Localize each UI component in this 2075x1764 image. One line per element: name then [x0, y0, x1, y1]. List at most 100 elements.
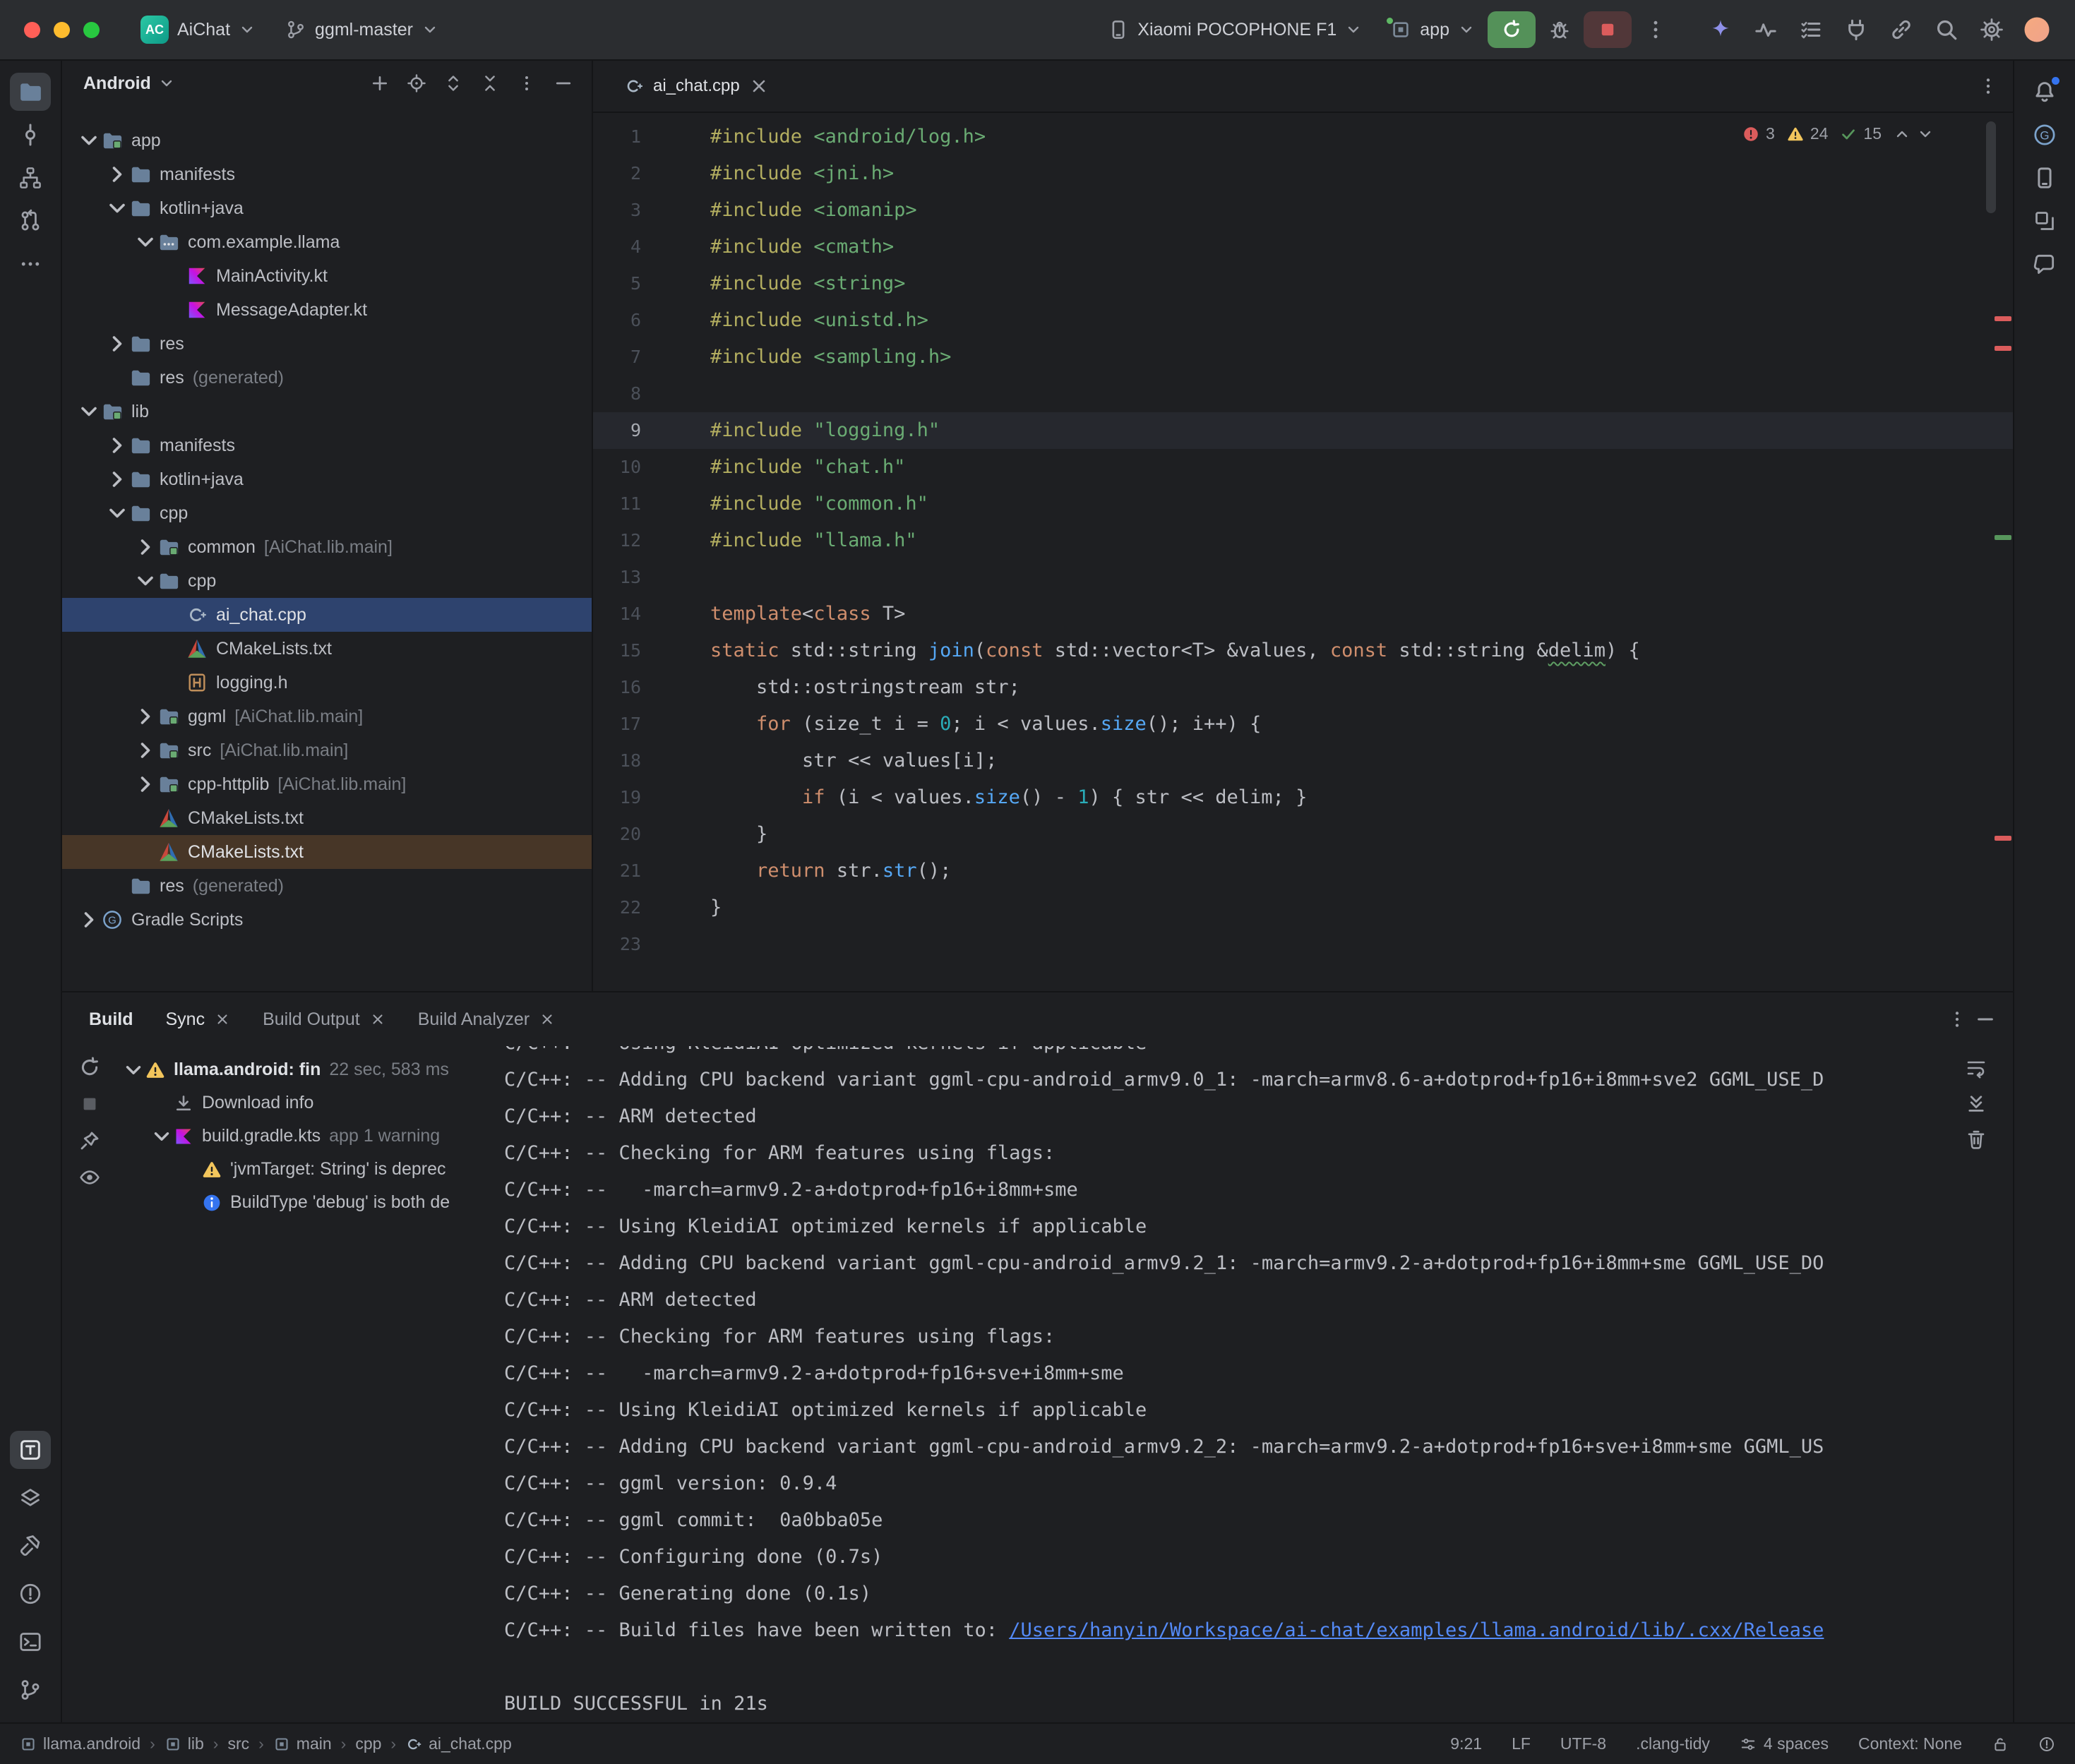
- debug-button[interactable]: [1540, 11, 1579, 48]
- code-line-17[interactable]: 17 for (size_t i = 0; i < values.size();…: [593, 706, 2013, 743]
- write-access[interactable]: [1992, 1736, 2009, 1753]
- build-tab-build-output[interactable]: Build Output: [263, 1009, 385, 1030]
- code-line-21[interactable]: 21 return str.str();: [593, 853, 2013, 889]
- build-tool-button[interactable]: [10, 1527, 51, 1565]
- breadcrumb-item-ai-chat-cpp[interactable]: ai_chat.cpp: [405, 1734, 512, 1753]
- clear-all-button[interactable]: [1965, 1127, 1987, 1151]
- build-panel-title[interactable]: Build: [89, 1009, 133, 1030]
- window-zoom-button[interactable]: [83, 22, 100, 38]
- chevron-right-icon[interactable]: [133, 767, 158, 801]
- window-minimize-button[interactable]: [54, 22, 70, 38]
- editor-tab[interactable]: ai_chat.cpp: [609, 61, 784, 112]
- previous-problem-button[interactable]: [1894, 126, 1910, 143]
- code-line-20[interactable]: 20 }: [593, 816, 2013, 853]
- project-row-app[interactable]: app: [62, 124, 592, 157]
- project-row-cmakelists-txt[interactable]: CMakeLists.txt: [62, 632, 592, 666]
- problems-tool-button[interactable]: [10, 1575, 51, 1613]
- chevron-right-icon[interactable]: [133, 530, 158, 564]
- code-line-8[interactable]: 8: [593, 376, 2013, 412]
- scroll-to-end-button[interactable]: [1965, 1092, 1987, 1115]
- build-row-build-gradle-kts[interactable]: build.gradle.ktsapp 1 warning: [114, 1120, 498, 1153]
- indent-style[interactable]: 4 spaces: [1740, 1734, 1829, 1753]
- code-line-2[interactable]: 2#include <jni.h>: [593, 155, 2013, 192]
- gemini-button[interactable]: [1701, 11, 1740, 48]
- project-row-src[interactable]: src[AiChat.lib.main]: [62, 733, 592, 767]
- breadcrumb-item-llama-android[interactable]: llama.android: [20, 1734, 140, 1753]
- chevron-right-icon[interactable]: [76, 903, 102, 937]
- version-control-tool-button[interactable]: [10, 1671, 51, 1709]
- build-tab-sync[interactable]: Sync: [166, 1009, 231, 1030]
- file-encoding[interactable]: UTF-8: [1560, 1734, 1606, 1753]
- line-separator[interactable]: LF: [1512, 1734, 1531, 1753]
- project-row-messageadapter-kt[interactable]: MessageAdapter.kt: [62, 293, 592, 327]
- build-console[interactable]: C/C++: -- Using KleidiAI optimized kerne…: [498, 1046, 2013, 1722]
- window-close-button[interactable]: [24, 22, 40, 38]
- code-line-18[interactable]: 18 str << values[i];: [593, 743, 2013, 779]
- options-button[interactable]: [511, 68, 542, 99]
- stripe-mark-green[interactable]: [1995, 535, 2011, 540]
- caret-position[interactable]: 9:21: [1450, 1734, 1482, 1753]
- breadcrumb-item-main[interactable]: main: [273, 1734, 332, 1753]
- error-stripe-mark[interactable]: [1995, 346, 2011, 351]
- link-button[interactable]: [1882, 11, 1921, 48]
- build-options-icon[interactable]: [1947, 1009, 1968, 1030]
- chevron-down-icon[interactable]: [133, 564, 158, 598]
- project-row-com-example-llama[interactable]: com.example.llama: [62, 225, 592, 259]
- inspections-widget[interactable]: 3 24 15: [1742, 124, 1934, 143]
- project-row-cpp-httplib[interactable]: cpp-httplib[AiChat.lib.main]: [62, 767, 592, 801]
- pin-tab-button[interactable]: [78, 1129, 101, 1152]
- chevron-down-icon[interactable]: [76, 124, 102, 157]
- close-tab-icon[interactable]: [749, 76, 769, 96]
- editor-scrollbar[interactable]: [1986, 121, 1996, 213]
- notifications-status[interactable]: [2038, 1736, 2055, 1753]
- hide-build-panel-icon[interactable]: [1975, 1009, 1996, 1030]
- hide-panel-button[interactable]: [548, 68, 579, 99]
- search-everywhere-button[interactable]: [1927, 11, 1966, 48]
- project-row-gradle-scripts[interactable]: GGradle Scripts: [62, 903, 592, 937]
- project-row-ai-chat-cpp[interactable]: ai_chat.cpp: [62, 598, 592, 632]
- clang-tidy[interactable]: .clang-tidy: [1636, 1734, 1710, 1753]
- chevron-down-icon[interactable]: [133, 225, 158, 259]
- project-row-ggml[interactable]: ggml[AiChat.lib.main]: [62, 700, 592, 733]
- chevron-down-icon[interactable]: [121, 1058, 145, 1082]
- code-line-19[interactable]: 19 if (i < values.size() - 1) { str << d…: [593, 779, 2013, 816]
- show-execution-button[interactable]: [78, 1166, 101, 1189]
- settings-button[interactable]: [1972, 11, 2011, 48]
- code-line-9[interactable]: 9#include "logging.h": [593, 412, 2013, 449]
- collapse-all-button[interactable]: [474, 68, 506, 99]
- breadcrumb-item-src[interactable]: src: [227, 1734, 249, 1753]
- project-row-res[interactable]: res: [62, 327, 592, 361]
- code-line-4[interactable]: 4#include <cmath>: [593, 229, 2013, 265]
- project-tool-button[interactable]: [10, 73, 51, 111]
- running-devices-tool-button[interactable]: [10, 1431, 51, 1469]
- project-view-mode[interactable]: Android: [83, 73, 151, 94]
- code-line-6[interactable]: 6#include <unistd.h>: [593, 302, 2013, 339]
- error-stripe-mark[interactable]: [1995, 836, 2011, 841]
- chevron-right-icon[interactable]: [104, 428, 130, 462]
- app-quality-insights-tool-button[interactable]: [2024, 245, 2065, 283]
- project-row-mainactivity-kt[interactable]: MainActivity.kt: [62, 259, 592, 293]
- stop-sync-button[interactable]: [78, 1093, 101, 1115]
- code-line-3[interactable]: 3#include <iomanip>: [593, 192, 2013, 229]
- project-row-cpp[interactable]: cpp: [62, 564, 592, 598]
- soft-wrap-button[interactable]: [1965, 1056, 1987, 1079]
- project-row-logging-h[interactable]: logging.h: [62, 666, 592, 700]
- profiler-button[interactable]: [1746, 11, 1786, 48]
- project-row-manifests[interactable]: manifests: [62, 428, 592, 462]
- device-manager-tool-button[interactable]: [2024, 159, 2065, 197]
- project-row-kotlin-java[interactable]: kotlin+java: [62, 462, 592, 496]
- project-row-cpp[interactable]: cpp: [62, 496, 592, 530]
- chevron-right-icon[interactable]: [104, 462, 130, 496]
- device-streaming-button[interactable]: [1836, 11, 1876, 48]
- locate-file-button[interactable]: [401, 68, 432, 99]
- code-line-13[interactable]: 13: [593, 559, 2013, 596]
- next-problem-button[interactable]: [1917, 126, 1934, 143]
- error-stripe-mark[interactable]: [1995, 316, 2011, 321]
- layout-inspector-tool-button[interactable]: [2024, 202, 2065, 240]
- code-line-12[interactable]: 12#include "llama.h": [593, 522, 2013, 559]
- chevron-down-icon[interactable]: [104, 496, 130, 530]
- chevron-down-icon[interactable]: [158, 75, 175, 92]
- gradle-tool-button[interactable]: G: [2024, 116, 2065, 154]
- project-widget[interactable]: AC AiChat: [132, 10, 264, 49]
- build-row-buildtype-debug-is-both-de[interactable]: BuildType 'debug' is both de: [114, 1186, 498, 1219]
